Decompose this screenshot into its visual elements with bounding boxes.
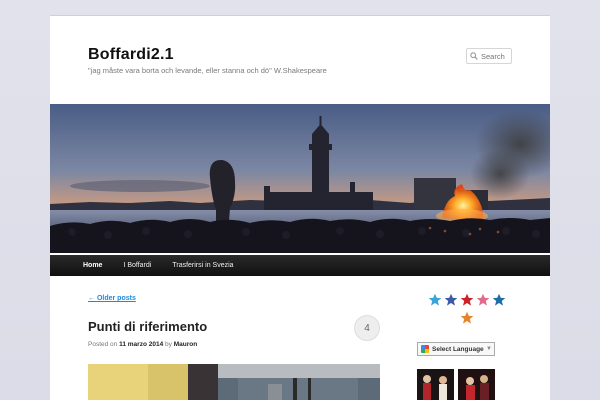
post-author[interactable]: Mauron <box>174 341 197 348</box>
pinterest-icon[interactable] <box>460 293 474 307</box>
comment-count-bubble[interactable]: 4 <box>354 315 380 341</box>
site-title[interactable]: Boffardi2.1 <box>88 46 174 64</box>
post-meta: Posted on 11 marzo 2014 by Mauron <box>88 341 197 348</box>
facebook-icon[interactable] <box>444 293 458 307</box>
post-meta-by: by <box>165 341 172 348</box>
site-description: "jag måste vara borta och levande, eller… <box>88 66 327 75</box>
social-icons <box>426 293 508 329</box>
main-nav: Home I Boffardi Trasferirsi in Svezia <box>50 255 550 276</box>
older-posts-link[interactable]: ← Older posts <box>88 295 136 302</box>
google-icon <box>421 345 429 353</box>
search-box[interactable] <box>466 48 513 64</box>
chevron-down-icon: ▼ <box>486 346 492 352</box>
search-input[interactable] <box>481 51 513 61</box>
twitter-icon[interactable] <box>428 293 442 307</box>
nav-item-i-boffardi[interactable]: I Boffardi <box>120 262 154 269</box>
language-select-label: Select Language <box>432 345 484 353</box>
page: Boffardi2.1 "jag måste vara borta och le… <box>50 15 550 400</box>
post-meta-prefix: Posted on <box>88 341 118 348</box>
flickr-icon[interactable] <box>476 293 490 307</box>
post-image <box>88 364 380 400</box>
comment-count: 4 <box>364 322 370 334</box>
nav-item-trasferirsi-in-svezia[interactable]: Trasferirsi in Svezia <box>169 262 236 269</box>
linkedin-icon[interactable] <box>492 293 506 307</box>
sidebar-thumbnail[interactable] <box>417 369 454 400</box>
header-banner-image <box>50 104 550 253</box>
language-select[interactable]: Select Language ▼ <box>417 342 495 356</box>
nav-item-home[interactable]: Home <box>80 262 105 269</box>
search-icon <box>470 52 478 60</box>
post-title[interactable]: Punti di riferimento <box>88 319 207 334</box>
sidebar-thumbnail[interactable] <box>458 369 495 400</box>
rss-icon[interactable] <box>460 311 474 325</box>
post-date[interactable]: 11 marzo 2014 <box>119 341 163 348</box>
